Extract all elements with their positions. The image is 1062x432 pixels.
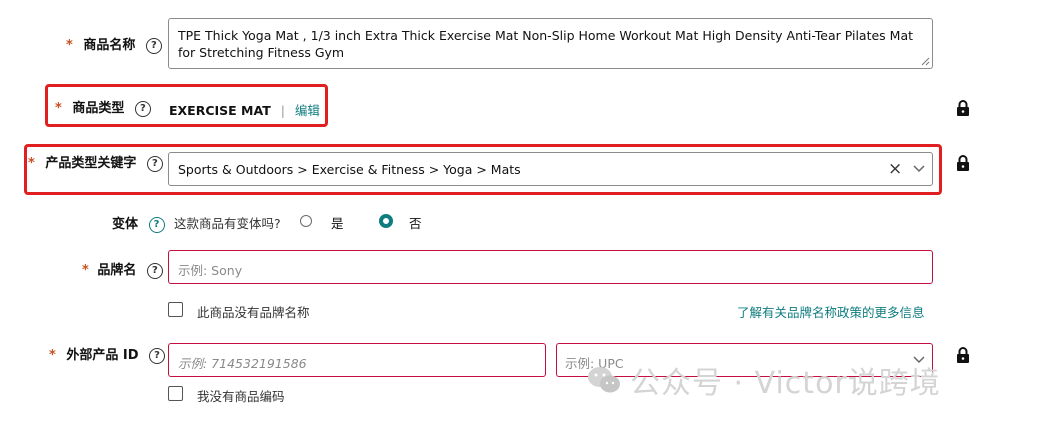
lock-icon bbox=[957, 100, 969, 116]
chevron-down-icon[interactable] bbox=[913, 165, 925, 173]
separator: | bbox=[280, 103, 285, 118]
product-name-value: TPE Thick Yoga Mat , 1/3 inch Extra Thic… bbox=[178, 28, 914, 60]
type-keyword-label: 产品类型关键字 bbox=[45, 156, 137, 171]
required-mark: * bbox=[49, 348, 56, 363]
variation-no-radio[interactable] bbox=[379, 214, 393, 228]
external-id-label-group: * 外部产品 ID ? bbox=[49, 344, 166, 364]
type-keyword-label-group: * 产品类型关键字 ? bbox=[28, 152, 163, 172]
help-icon[interactable]: ? bbox=[145, 37, 162, 54]
required-mark: * bbox=[82, 263, 89, 278]
brand-label-group: * 品牌名 ? bbox=[82, 259, 163, 279]
help-icon[interactable]: ? bbox=[149, 347, 166, 364]
product-type-label: 商品类型 bbox=[72, 101, 125, 116]
variation-question: 这款商品有变体吗? bbox=[174, 216, 281, 231]
product-type-label-group: * 商品类型 ? bbox=[55, 97, 151, 117]
variation-yes-radio[interactable] bbox=[300, 215, 312, 227]
brand-policy-link[interactable]: 了解有关品牌名称政策的更多信息 bbox=[737, 302, 925, 321]
help-icon[interactable]: ? bbox=[146, 155, 163, 172]
type-keyword-value: Sports & Outdoors > Exercise & Fitness >… bbox=[178, 162, 521, 177]
product-name-textarea[interactable]: TPE Thick Yoga Mat , 1/3 inch Extra Thic… bbox=[168, 18, 933, 69]
product-type-value-group: EXERCISE MAT | 编辑 bbox=[169, 100, 320, 119]
type-keyword-select[interactable]: Sports & Outdoors > Exercise & Fitness >… bbox=[168, 152, 933, 186]
brand-input[interactable]: 示例: Sony bbox=[168, 250, 933, 284]
product-type-value: EXERCISE MAT bbox=[169, 103, 271, 118]
required-mark: * bbox=[55, 101, 62, 116]
watermark: 公众号 · Victor说跨境 bbox=[586, 358, 941, 402]
product-name-label-group: * 商品名称 ? bbox=[66, 34, 162, 54]
brand-placeholder: 示例: Sony bbox=[178, 263, 243, 278]
external-id-label: 外部产品 ID bbox=[66, 348, 139, 363]
resize-handle-icon[interactable] bbox=[920, 56, 930, 66]
help-icon[interactable]: ? bbox=[148, 216, 165, 233]
product-name-label: 商品名称 bbox=[83, 38, 136, 53]
no-product-code-checkbox[interactable] bbox=[168, 386, 183, 401]
help-icon[interactable]: ? bbox=[134, 100, 151, 117]
variation-label: 变体 bbox=[112, 217, 139, 232]
variation-no-label[interactable]: 否 bbox=[409, 213, 422, 232]
external-id-input[interactable]: 示例: 714532191586 bbox=[168, 343, 546, 377]
lock-icon bbox=[957, 155, 969, 171]
variation-yes-label[interactable]: 是 bbox=[331, 213, 344, 232]
no-product-code-label[interactable]: 我没有商品编码 bbox=[197, 386, 285, 405]
edit-product-type-link[interactable]: 编辑 bbox=[295, 103, 320, 118]
variation-label-group: 变体 ? bbox=[112, 213, 165, 233]
brand-label: 品牌名 bbox=[97, 263, 137, 278]
lock-icon bbox=[957, 347, 969, 363]
no-brand-label[interactable]: 此商品没有品牌名称 bbox=[197, 302, 310, 321]
help-icon[interactable]: ? bbox=[146, 262, 163, 279]
watermark-text: 公众号 · Victor说跨境 bbox=[630, 366, 941, 401]
external-id-placeholder: 示例: 714532191586 bbox=[178, 356, 307, 371]
no-brand-checkbox[interactable] bbox=[168, 302, 183, 317]
clear-icon[interactable]: × bbox=[888, 159, 902, 179]
required-mark: * bbox=[66, 38, 73, 53]
wechat-logo-icon bbox=[588, 367, 620, 393]
required-mark: * bbox=[28, 156, 35, 171]
